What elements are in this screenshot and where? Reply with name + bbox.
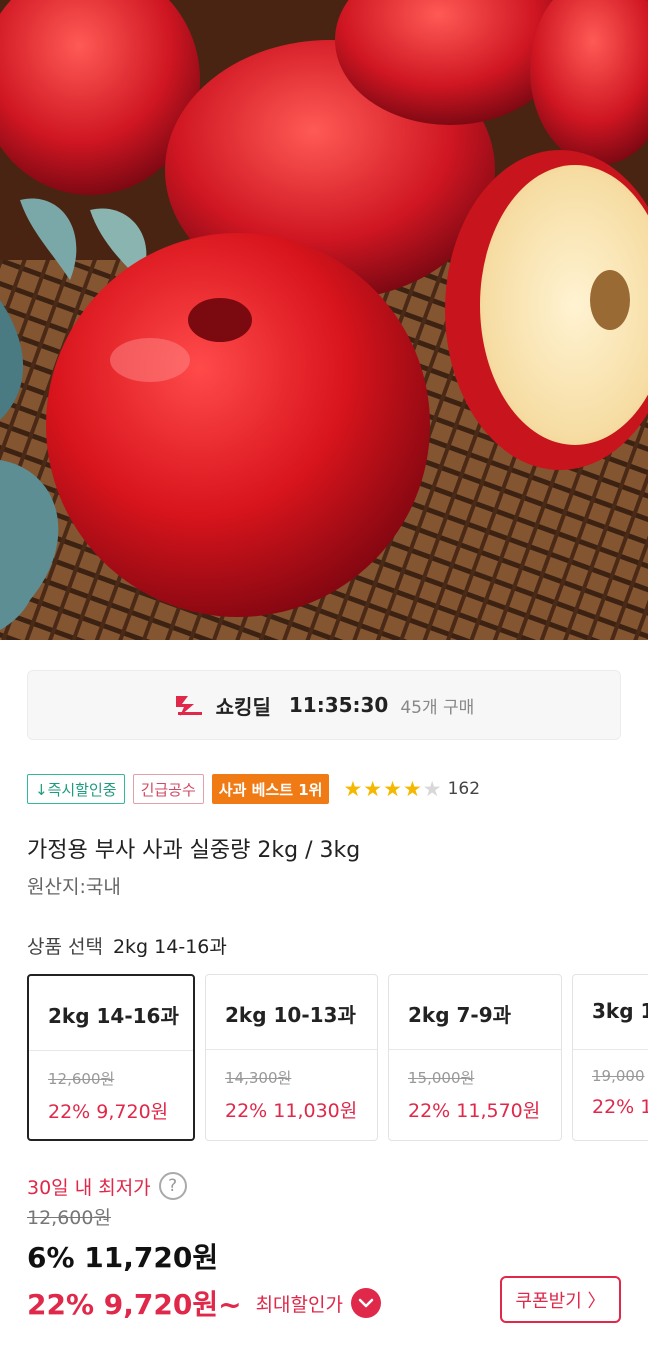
max-discount-label: 최대할인가	[255, 1293, 343, 1316]
product-title: 가정용 부사 사과 실중량 2kg / 3kg	[27, 838, 361, 863]
option-original-price: 19,000	[592, 1067, 645, 1085]
original-price: 12,600원	[27, 1207, 111, 1229]
option-divider	[389, 1049, 561, 1050]
option-select-header: 상품 선택 2kg 14-16과	[27, 932, 227, 959]
product-origin: 원산지:국내	[27, 876, 121, 898]
shocking-deal-bar[interactable]: 쇼킹딜 11:35:30 45개 구매	[27, 670, 621, 740]
max-discount-row[interactable]: 22% 9,720원~ 최대할인가	[27, 1283, 381, 1323]
coupon-button[interactable]: 쿠폰받기 〉	[500, 1276, 621, 1323]
star-icon: ★	[343, 776, 363, 801]
option-card[interactable]: 2kg 14-16과 12,600원 22% 9,720원	[27, 974, 195, 1141]
discount-price: 6% 11,720원	[27, 1241, 219, 1274]
lowest-price-label: 30일 내 최저가	[27, 1176, 151, 1199]
deal-name: 쇼킹딜	[215, 694, 271, 719]
best-seller-badge: 사과 베스트 1위	[211, 774, 330, 804]
chevron-down-icon[interactable]	[350, 1288, 381, 1318]
option-original-price: 12,600원	[48, 1070, 115, 1088]
apple-photo	[0, 0, 648, 640]
option-name: 2kg 10-13과	[225, 1003, 356, 1027]
option-original-price: 15,000원	[408, 1069, 475, 1087]
option-original-price: 14,300원	[225, 1069, 292, 1087]
option-name: 2kg 14-16과	[48, 1004, 179, 1028]
star-icon: ★	[402, 776, 422, 801]
max-discount-price: 22% 9,720원~	[27, 1288, 242, 1321]
lowest-price-row: 30일 내 최저가 ?	[27, 1172, 187, 1200]
star-empty-icon: ★	[422, 776, 442, 801]
shocking-deal-logo-icon	[174, 690, 204, 720]
option-card[interactable]: 2kg 10-13과 14,300원 22% 11,030원	[205, 974, 378, 1141]
purchase-count: 45개 구매	[400, 697, 475, 718]
product-hero-image	[0, 0, 648, 640]
star-icon: ★	[363, 776, 383, 801]
option-divider	[29, 1050, 193, 1051]
option-sale-price: 22% 1	[592, 1096, 648, 1118]
option-name: 2kg 7-9과	[408, 1003, 512, 1027]
urgent-delivery-badge: 긴급공수	[132, 774, 204, 804]
review-count: 162	[447, 779, 481, 799]
instant-discount-badge: ↓즉시할인중	[27, 774, 125, 804]
option-sale-price: 22% 11,570원	[408, 1100, 541, 1122]
option-select-label: 상품 선택	[27, 936, 103, 958]
option-card[interactable]: 3kg 1 19,000 22% 1	[572, 974, 648, 1141]
help-icon[interactable]: ?	[158, 1172, 187, 1200]
rating-stars[interactable]: ★ ★ ★ ★ ★ 162	[343, 776, 481, 801]
option-sale-price: 22% 9,720원	[48, 1101, 169, 1123]
deal-timer: 11:35:30	[288, 693, 389, 717]
star-icon: ★	[383, 776, 402, 801]
option-name: 3kg 1	[592, 999, 648, 1023]
option-list: 2kg 14-16과 12,600원 22% 9,720원 2kg 10-13과…	[27, 974, 648, 1141]
option-sale-price: 22% 11,030원	[225, 1100, 358, 1122]
option-divider	[206, 1049, 377, 1050]
badge-row: ↓즉시할인중 긴급공수 사과 베스트 1위 ★ ★ ★ ★ ★ 162	[27, 774, 480, 804]
option-divider	[573, 1049, 648, 1050]
option-selected-value: 2kg 14-16과	[112, 936, 227, 958]
option-card[interactable]: 2kg 7-9과 15,000원 22% 11,570원	[388, 974, 562, 1141]
